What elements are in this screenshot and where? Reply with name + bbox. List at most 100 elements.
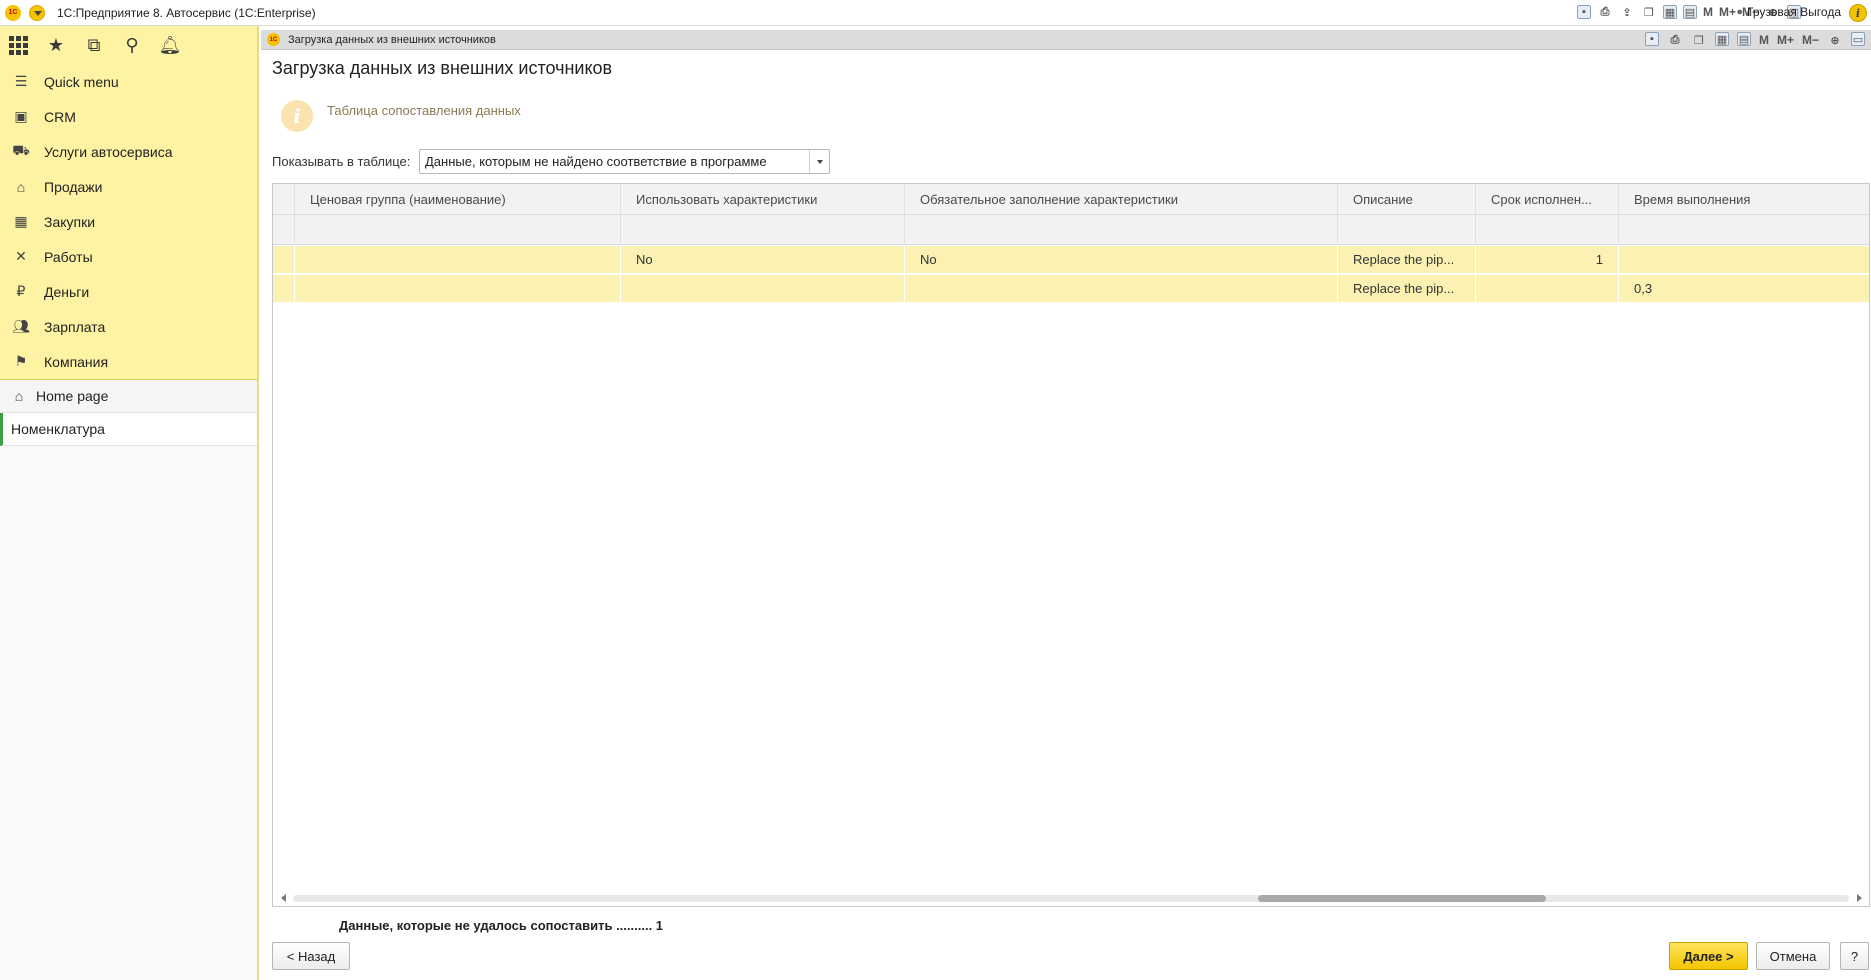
calendar-icon[interactable]: ▤: [1682, 5, 1697, 19]
table-cell[interactable]: 0,3: [1619, 275, 1869, 302]
user-area[interactable]: ● Грузовая Выгода: [1736, 5, 1841, 19]
memory-m-button[interactable]: M: [1759, 32, 1769, 48]
table-cell[interactable]: [1476, 275, 1619, 302]
scroll-right-icon[interactable]: [1849, 894, 1869, 902]
save-icon[interactable]: ▪: [1576, 5, 1591, 19]
column-header[interactable]: Обязательное заполнение характеристики: [905, 184, 1338, 214]
notifications-bell-icon[interactable]: 🔔︎: [159, 35, 182, 55]
open-window-item[interactable]: Номенклатура: [0, 413, 257, 446]
table-row[interactable]: No No Replace the pip... 1: [273, 246, 1869, 274]
sidebar-toolbar: ★ ⧉ ⚲ 🔔︎: [0, 26, 257, 64]
window-toolbar: ▪ ⎙ ❐ ▦ ▤ M M+ M− ⊕ ▭: [1644, 32, 1865, 48]
column-header[interactable]: Время выполнения: [1619, 184, 1869, 214]
sidebar-item-label: Продажи: [44, 178, 103, 195]
about-info-icon[interactable]: i: [1849, 4, 1867, 22]
cancel-button[interactable]: Отмена: [1756, 942, 1830, 970]
print-icon[interactable]: ⎙: [1667, 32, 1683, 48]
window-logo-icon: 1С: [267, 33, 280, 46]
row-marker-header: [273, 184, 295, 214]
copy-icon[interactable]: ❐: [1641, 4, 1657, 20]
sidebar-item-crm[interactable]: ▣ CRM: [0, 99, 257, 134]
form-title: Загрузка данных из внешних источников: [272, 58, 613, 78]
column-header[interactable]: Ценовая группа (наименование): [295, 184, 621, 214]
table-cell[interactable]: [905, 275, 1338, 302]
table-cell[interactable]: [295, 246, 621, 273]
table-row[interactable]: Replace the pip... 0,3: [273, 275, 1869, 303]
sidebar-item-label: Зарплата: [44, 318, 106, 335]
history-icon[interactable]: ⧉: [84, 35, 104, 55]
app-title: 1С:Предприятие 8. Автосервис (1C:Enterpr…: [57, 5, 316, 20]
info-text: Таблица сопоставления данных: [327, 103, 521, 118]
show-in-table-select[interactable]: Данные, которым не найдено соответствие …: [419, 149, 830, 174]
table-cell[interactable]: 1: [1476, 246, 1619, 273]
sections-panel: ★ ⧉ ⚲ 🔔︎ ☰ Quick menu ▣ CRM ⛟ Услуги авт…: [0, 26, 257, 380]
filter-cell[interactable]: [1476, 215, 1619, 244]
home-page-link[interactable]: ⌂ Home page: [0, 380, 257, 413]
scroll-left-icon[interactable]: [273, 894, 293, 902]
filter-cell[interactable]: [295, 215, 621, 244]
sidebar-item-sales[interactable]: ⌂ Продажи: [0, 169, 257, 204]
filter-cell[interactable]: [621, 215, 905, 244]
sidebar-item-label: CRM: [44, 108, 76, 125]
sidebar-item-money[interactable]: ₽ Деньги: [0, 274, 257, 309]
sidebar-item-purchases[interactable]: ▦ Закупки: [0, 204, 257, 239]
show-in-table-value: Данные, которым не найдено соответствие …: [425, 154, 767, 169]
back-button[interactable]: < Назад: [272, 942, 350, 970]
sidebar-item-works[interactable]: ✕ Работы: [0, 239, 257, 274]
home-icon: ⌂: [14, 388, 24, 404]
memory-m-button[interactable]: M: [1703, 4, 1713, 20]
calculator-icon[interactable]: ▦: [1662, 5, 1677, 19]
menu-icon: ☰: [14, 73, 28, 89]
filter-cell[interactable]: [1338, 215, 1476, 244]
flag-icon: ⚑: [14, 353, 28, 369]
table-cell[interactable]: Replace the pip...: [1338, 246, 1476, 273]
filter-cell[interactable]: [905, 215, 1338, 244]
sidebar-item-company[interactable]: ⚑ Компания: [0, 344, 257, 379]
column-header[interactable]: Использовать характеристики: [621, 184, 905, 214]
table-cell[interactable]: No: [621, 246, 905, 273]
calculator-icon[interactable]: ▦: [1714, 32, 1729, 46]
chevron-down-icon[interactable]: [809, 150, 829, 173]
sidebar-item-quick-menu[interactable]: ☰ Quick menu: [0, 64, 257, 99]
zoom-icon[interactable]: ⊕: [1827, 32, 1843, 48]
table-cell[interactable]: No: [905, 246, 1338, 273]
memory-minus-button[interactable]: M−: [1802, 32, 1819, 48]
horizontal-scrollbar[interactable]: [273, 890, 1869, 906]
memory-plus-button[interactable]: M+: [1777, 32, 1794, 48]
shop-icon: ⌂: [16, 178, 26, 195]
maximize-icon[interactable]: ▭: [1851, 32, 1865, 46]
user-icon: ●: [1736, 6, 1744, 18]
save-icon[interactable]: ▪: [1644, 32, 1659, 46]
table-cell[interactable]: [1619, 246, 1869, 273]
main-menu-dropdown-icon[interactable]: [29, 4, 45, 21]
all-functions-icon[interactable]: [8, 35, 28, 55]
calendar-icon[interactable]: ▤: [1736, 32, 1751, 46]
sidebar-item-salary[interactable]: 👥︎ Зарплата: [0, 309, 257, 344]
column-header[interactable]: Срок исполнен...: [1476, 184, 1619, 214]
window-tab-title[interactable]: Загрузка данных из внешних источников: [288, 34, 496, 46]
table-cell[interactable]: [621, 275, 905, 302]
scrollbar-track[interactable]: [293, 894, 1849, 902]
memory-plus-button[interactable]: M+: [1719, 4, 1736, 20]
table-cell[interactable]: [295, 275, 621, 302]
window-logo-text: 1С: [269, 36, 278, 43]
filter-cell: [273, 215, 295, 244]
sidebar: ★ ⧉ ⚲ 🔔︎ ☰ Quick menu ▣ CRM ⛟ Услуги авт…: [0, 26, 259, 980]
home-page-label: Home page: [36, 388, 109, 404]
sidebar-item-services[interactable]: ⛟ Услуги автосервиса: [0, 134, 257, 169]
search-icon[interactable]: ⚲: [122, 35, 142, 55]
print-icon[interactable]: ⎙: [1597, 4, 1613, 20]
next-button[interactable]: Далее >: [1669, 942, 1748, 970]
crm-icon: ▣: [14, 108, 28, 124]
upload-icon[interactable]: ⇪: [1619, 4, 1635, 20]
column-header[interactable]: Описание: [1338, 184, 1476, 214]
mapping-table[interactable]: Ценовая группа (наименование) Использова…: [272, 183, 1870, 907]
table-cell[interactable]: Replace the pip...: [1338, 275, 1476, 302]
unmatched-summary: Данные, которые не удалось сопоставить .…: [339, 918, 664, 933]
favorites-star-icon[interactable]: ★: [46, 35, 66, 55]
print-preview-icon[interactable]: ❐: [1691, 32, 1707, 48]
help-button[interactable]: ?: [1840, 942, 1869, 970]
scrollbar-thumb[interactable]: [1257, 894, 1546, 902]
app-logo-icon[interactable]: 1С: [5, 4, 21, 21]
filter-cell[interactable]: [1619, 215, 1869, 244]
